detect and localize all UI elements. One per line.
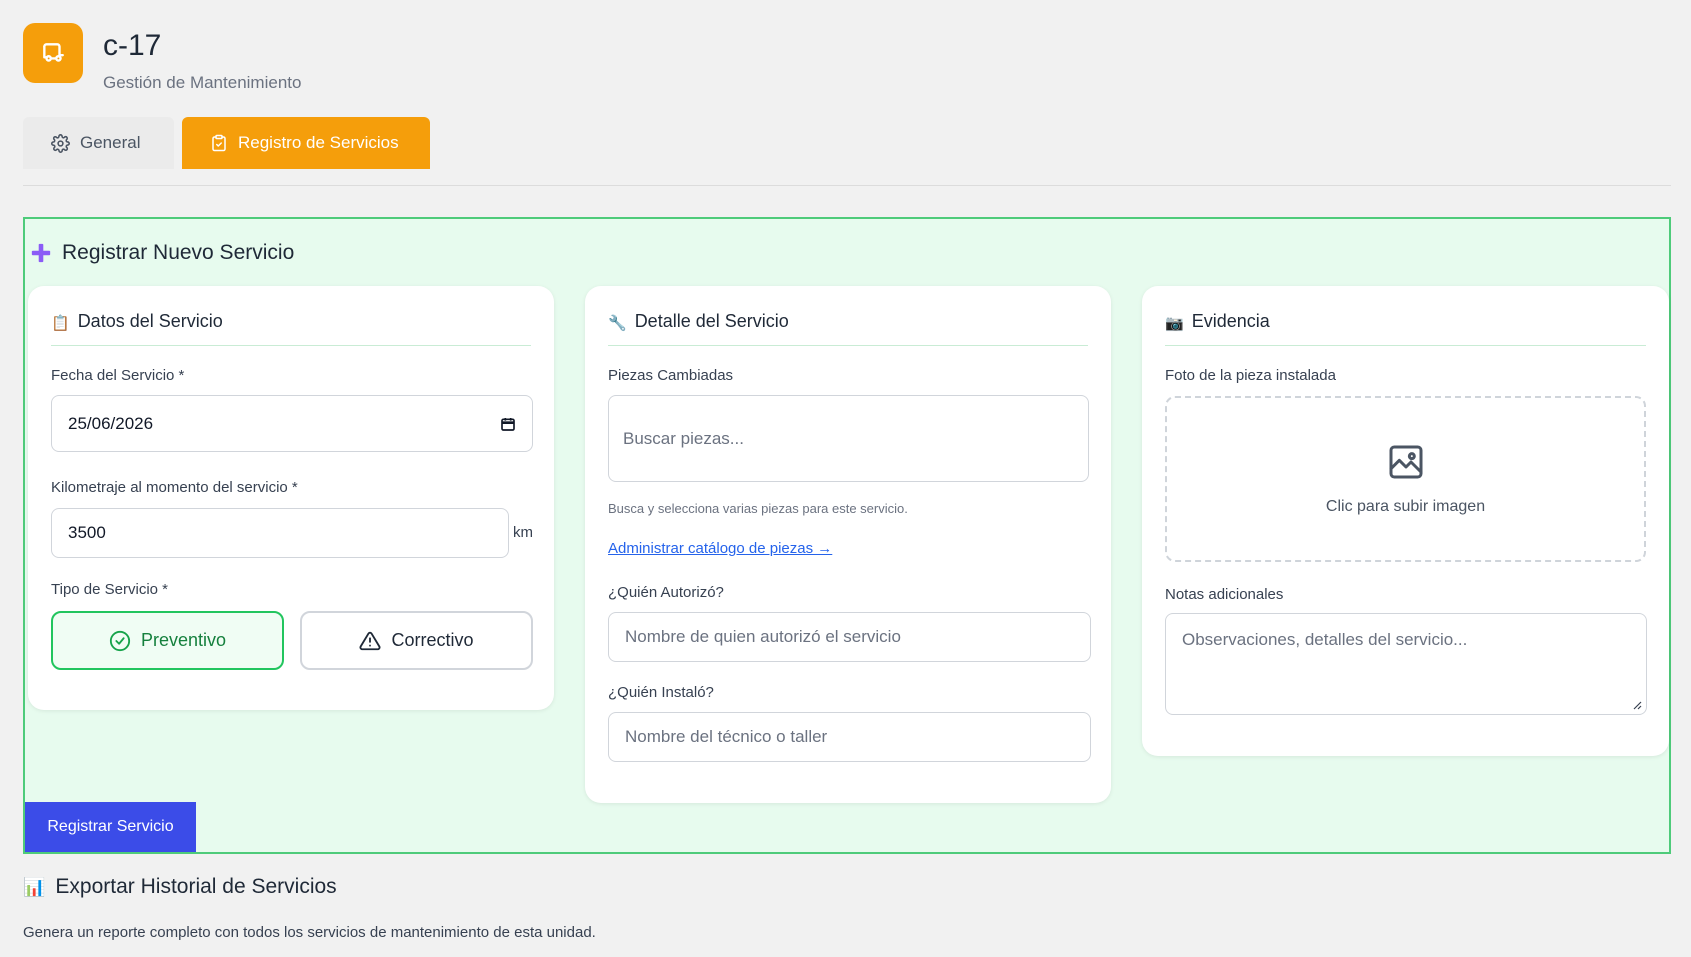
km-label: Kilometraje al momento del servicio * bbox=[51, 479, 298, 496]
wrench-icon: 🔧 bbox=[608, 315, 627, 332]
card-header: 📋 Datos del Servicio bbox=[51, 286, 531, 346]
correctivo-button[interactable]: Correctivo bbox=[300, 611, 533, 670]
page-header: c-17 Gestión de Mantenimiento bbox=[23, 23, 301, 93]
km-value: 3500 bbox=[68, 523, 106, 542]
check-circle-icon bbox=[109, 630, 131, 651]
detalle-servicio-card: 🔧 Detalle del Servicio Piezas Cambiadas … bbox=[585, 286, 1111, 803]
calendar-icon[interactable] bbox=[500, 416, 516, 432]
foto-label: Foto de la pieza instalada bbox=[1165, 367, 1336, 384]
register-service-panel: Registrar Nuevo Servicio 📋 Datos del Ser… bbox=[23, 217, 1671, 854]
preventivo-button[interactable]: Preventivo bbox=[51, 611, 284, 670]
tab-divider bbox=[23, 185, 1671, 186]
camera-icon: 📷 bbox=[1165, 315, 1184, 332]
page-title: c-17 bbox=[103, 29, 162, 62]
km-unit: km bbox=[513, 524, 533, 541]
tab-registro-servicios[interactable]: Registro de Servicios bbox=[182, 117, 430, 169]
warning-triangle-icon bbox=[360, 631, 381, 650]
card-title: Datos del Servicio bbox=[77, 311, 223, 331]
autorizo-placeholder: Nombre de quien autorizó el servicio bbox=[625, 627, 901, 646]
bus-icon bbox=[23, 23, 83, 83]
datos-servicio-card: 📋 Datos del Servicio Fecha del Servicio … bbox=[28, 286, 554, 710]
piezas-placeholder: Buscar piezas... bbox=[623, 428, 744, 448]
piezas-hint: Busca y selecciona varias piezas para es… bbox=[608, 501, 908, 516]
card-title: Detalle del Servicio bbox=[634, 311, 789, 331]
image-icon bbox=[1389, 445, 1422, 479]
tipo-label: Tipo de Servicio * bbox=[51, 581, 168, 598]
evidencia-card: 📷 Evidencia Foto de la pieza instalada C… bbox=[1142, 286, 1669, 756]
instalo-placeholder: Nombre del técnico o taller bbox=[625, 727, 828, 746]
clipboard-check-icon bbox=[212, 134, 226, 152]
plus-icon bbox=[31, 243, 51, 263]
preventivo-label: Preventivo bbox=[140, 630, 227, 650]
piezas-search-input[interactable]: Buscar piezas... bbox=[608, 395, 1089, 482]
km-input[interactable]: 3500 bbox=[51, 508, 509, 558]
notas-textarea[interactable]: Observaciones, detalles del servicio... bbox=[1165, 613, 1647, 715]
clipboard-icon: 📋 bbox=[51, 315, 70, 332]
autorizo-input[interactable]: Nombre de quien autorizó el servicio bbox=[608, 612, 1091, 662]
correctivo-label: Correctivo bbox=[391, 630, 474, 650]
export-title-text: Exportar Historial de Servicios bbox=[55, 875, 337, 898]
notas-placeholder: Observaciones, detalles del servicio... bbox=[1182, 630, 1468, 649]
registrar-servicio-button[interactable]: Registrar Servicio bbox=[25, 802, 196, 852]
image-upload-dropzone[interactable]: Clic para subir imagen bbox=[1165, 396, 1646, 562]
notas-label: Notas adicionales bbox=[1165, 586, 1284, 603]
card-header: 🔧 Detalle del Servicio bbox=[608, 286, 1088, 346]
export-title: 📊 Exportar Historial de Servicios bbox=[23, 875, 337, 899]
catalogo-link[interactable]: Administrar catálogo de piezas → bbox=[608, 540, 832, 557]
gear-icon bbox=[51, 133, 70, 153]
resize-handle-icon[interactable] bbox=[1632, 700, 1642, 710]
card-title: Evidencia bbox=[1191, 311, 1270, 331]
page-subtitle: Gestión de Mantenimiento bbox=[103, 73, 302, 92]
autorizo-label: ¿Quién Autorizó? bbox=[608, 584, 724, 601]
tab-general[interactable]: General bbox=[23, 117, 174, 169]
tab-general-label: General bbox=[80, 133, 141, 152]
export-description: Genera un reporte completo con todos los… bbox=[23, 924, 596, 941]
fecha-value: 25/06/2026 bbox=[68, 413, 154, 433]
instalo-label: ¿Quién Instaló? bbox=[608, 684, 714, 701]
panel-title-text: Registrar Nuevo Servicio bbox=[62, 241, 295, 264]
fecha-input[interactable]: 25/06/2026 bbox=[51, 395, 533, 452]
fecha-label: Fecha del Servicio * bbox=[51, 367, 185, 384]
tab-registro-label: Registro de Servicios bbox=[238, 133, 399, 152]
card-header: 📷 Evidencia bbox=[1165, 286, 1646, 346]
chart-icon: 📊 bbox=[23, 876, 46, 897]
upload-text: Clic para subir imagen bbox=[1325, 498, 1486, 515]
instalo-input[interactable]: Nombre del técnico o taller bbox=[608, 712, 1091, 762]
panel-title: Registrar Nuevo Servicio bbox=[30, 241, 294, 265]
tab-bar: General Registro de Servicios bbox=[23, 117, 430, 169]
piezas-label: Piezas Cambiadas bbox=[608, 367, 734, 384]
